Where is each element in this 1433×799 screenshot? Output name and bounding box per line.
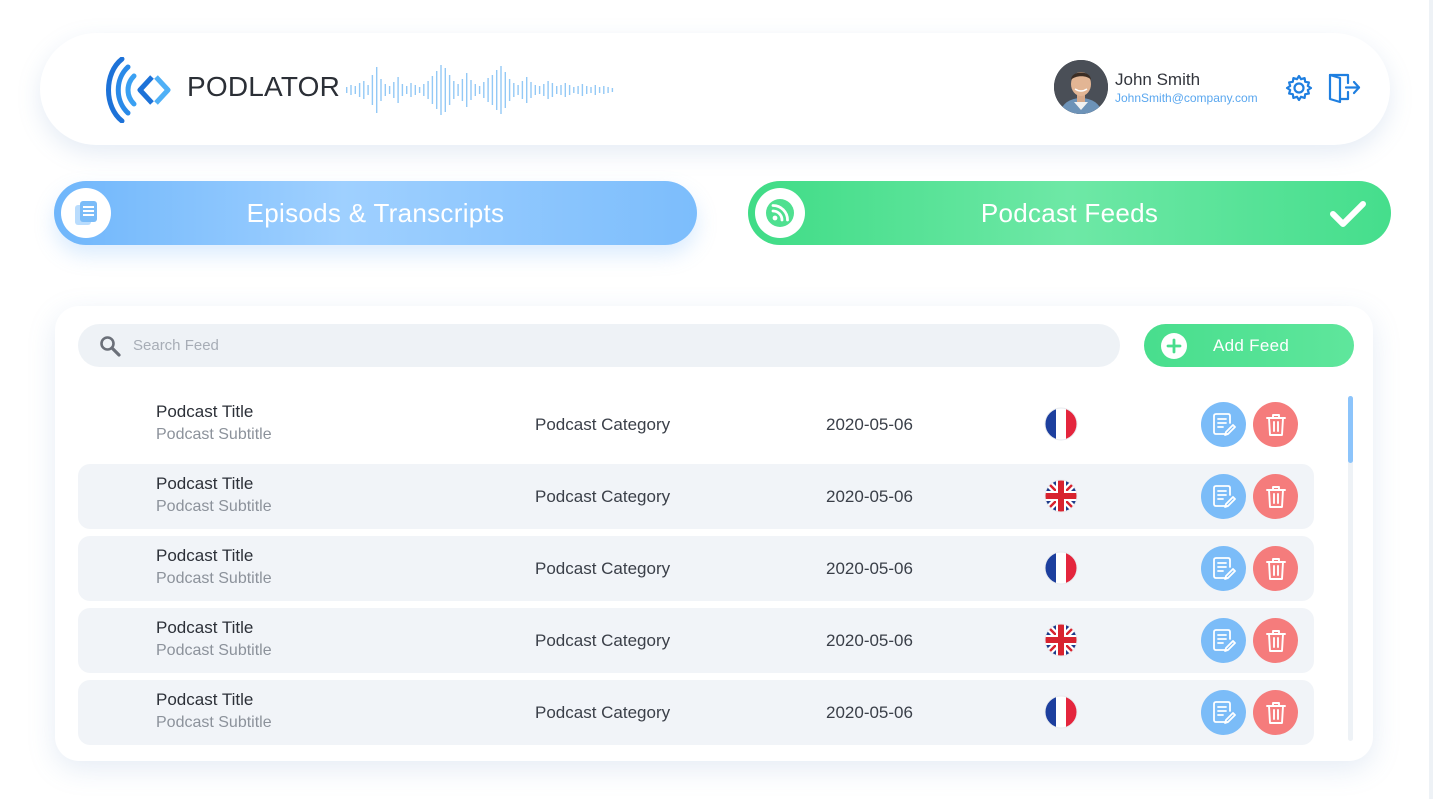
podcast-category: Podcast Category bbox=[535, 631, 671, 650]
podcast-title: Podcast Title bbox=[156, 690, 254, 709]
tab-episodes-transcripts[interactable]: Episods & Transcripts bbox=[54, 181, 697, 245]
tab-podcast-feeds[interactable]: Podcast Feeds bbox=[748, 181, 1391, 245]
podcast-subtitle: Podcast Subtitle bbox=[156, 714, 272, 731]
podcast-date: 2020-05-06 bbox=[826, 703, 913, 722]
search-input[interactable] bbox=[133, 324, 1093, 367]
delete-button[interactable] bbox=[1253, 618, 1298, 663]
podcast-subtitle: Podcast Subtitle bbox=[156, 498, 272, 515]
plus-circle-icon bbox=[1161, 333, 1187, 359]
podcast-category: Podcast Category bbox=[535, 487, 671, 506]
checkmark-icon bbox=[1330, 201, 1366, 227]
window-edge bbox=[1429, 0, 1433, 799]
brand-name: PODLATOR bbox=[187, 71, 341, 102]
trash-icon bbox=[1266, 702, 1286, 724]
podcast-subtitle: Podcast Subtitle bbox=[156, 426, 272, 443]
podcast-date: 2020-05-06 bbox=[826, 631, 913, 650]
table-row[interactable]: Podcast Title Podcast Subtitle Podcast C… bbox=[78, 680, 1314, 745]
podcast-subtitle: Podcast Subtitle bbox=[156, 642, 272, 659]
podcast-category: Podcast Category bbox=[535, 559, 671, 578]
edit-button[interactable] bbox=[1201, 690, 1246, 735]
edit-button[interactable] bbox=[1201, 618, 1246, 663]
search-icon bbox=[100, 336, 121, 357]
table-row[interactable]: Podcast Title Podcast Subtitle Podcast C… bbox=[78, 608, 1314, 673]
podcast-title: Podcast Title bbox=[156, 618, 254, 637]
feeds-panel: Add Feed Podcast Title Podcast Subtitle … bbox=[55, 306, 1373, 761]
delete-button[interactable] bbox=[1253, 546, 1298, 591]
podcast-category: Podcast Category bbox=[535, 703, 671, 722]
edit-button[interactable] bbox=[1201, 474, 1246, 519]
logout-icon[interactable] bbox=[1327, 72, 1361, 104]
tab-label: Podcast Feeds bbox=[980, 197, 1159, 228]
delete-button[interactable] bbox=[1253, 402, 1298, 447]
trash-icon bbox=[1266, 414, 1286, 436]
podcast-category: Podcast Category bbox=[535, 415, 671, 434]
audio-waveform-icon bbox=[346, 65, 614, 115]
edit-document-icon bbox=[1213, 413, 1236, 436]
documents-icon bbox=[75, 201, 97, 225]
edit-button[interactable] bbox=[1201, 402, 1246, 447]
trash-icon bbox=[1266, 486, 1286, 508]
tab-icon-badge bbox=[61, 188, 111, 238]
podcast-subtitle: Podcast Subtitle bbox=[156, 570, 272, 587]
podcast-date: 2020-05-06 bbox=[826, 559, 913, 578]
uk-flag-icon bbox=[1044, 623, 1078, 657]
podlator-logo-icon bbox=[106, 57, 171, 123]
france-flag-icon bbox=[1044, 407, 1078, 441]
scrollbar[interactable] bbox=[1348, 396, 1353, 741]
rss-icon bbox=[766, 199, 794, 227]
add-feed-label: Add Feed bbox=[1213, 336, 1290, 355]
gear-icon[interactable] bbox=[1284, 73, 1314, 103]
tab-label: Episods & Transcripts bbox=[246, 197, 505, 228]
trash-icon bbox=[1266, 630, 1286, 652]
delete-button[interactable] bbox=[1253, 690, 1298, 735]
top-header: PODLATOR John Smith JohnSmith@company.co… bbox=[40, 33, 1390, 145]
uk-flag-icon bbox=[1044, 479, 1078, 513]
podcast-date: 2020-05-06 bbox=[826, 487, 913, 506]
edit-document-icon bbox=[1213, 485, 1236, 508]
table-row[interactable]: Podcast Title Podcast Subtitle Podcast C… bbox=[78, 392, 1314, 457]
user-name: John Smith bbox=[1115, 70, 1201, 89]
table-row[interactable]: Podcast Title Podcast Subtitle Podcast C… bbox=[78, 464, 1314, 529]
user-email: JohnSmith@company.com bbox=[1115, 91, 1258, 105]
france-flag-icon bbox=[1044, 695, 1078, 729]
delete-button[interactable] bbox=[1253, 474, 1298, 519]
scrollbar-thumb[interactable] bbox=[1348, 396, 1353, 463]
podcast-date: 2020-05-06 bbox=[826, 415, 913, 434]
search-bar bbox=[78, 324, 1120, 367]
add-feed-button[interactable]: Add Feed bbox=[1144, 324, 1354, 367]
edit-document-icon bbox=[1213, 557, 1236, 580]
edit-document-icon bbox=[1213, 629, 1236, 652]
podcast-title: Podcast Title bbox=[156, 402, 254, 421]
podcast-title: Podcast Title bbox=[156, 546, 254, 565]
table-row[interactable]: Podcast Title Podcast Subtitle Podcast C… bbox=[78, 536, 1314, 601]
tab-icon-badge bbox=[755, 188, 805, 238]
avatar[interactable] bbox=[1054, 60, 1108, 114]
france-flag-icon bbox=[1044, 551, 1078, 585]
trash-icon bbox=[1266, 558, 1286, 580]
podcast-title: Podcast Title bbox=[156, 474, 254, 493]
edit-button[interactable] bbox=[1201, 546, 1246, 591]
edit-document-icon bbox=[1213, 701, 1236, 724]
